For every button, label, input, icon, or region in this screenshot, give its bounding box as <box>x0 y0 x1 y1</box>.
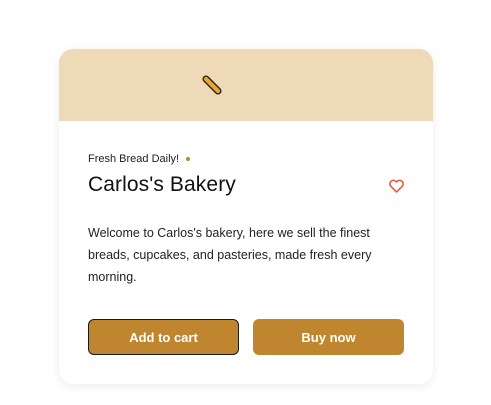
tagline: Fresh Bread Daily! <box>88 153 180 165</box>
page: Fresh Bread Daily! Carlos's Bakery Welco… <box>0 0 491 405</box>
status-dot <box>186 157 191 161</box>
card-title: Carlos's Bakery <box>88 173 236 196</box>
add-to-cart-label: Add to cart <box>129 329 198 345</box>
buy-now-button[interactable]: Buy now <box>253 319 404 355</box>
buy-now-label: Buy now <box>301 329 356 345</box>
card-banner <box>59 49 433 121</box>
add-to-cart-button[interactable]: Add to cart <box>88 319 239 355</box>
product-card: Fresh Bread Daily! Carlos's Bakery Welco… <box>59 49 433 384</box>
baguette-icon <box>202 75 224 97</box>
tagline-row: Fresh Bread Daily! <box>88 152 191 166</box>
heart-icon[interactable] <box>389 179 404 193</box>
card-description: Welcome to Carlos's bakery, here we sell… <box>88 226 372 284</box>
